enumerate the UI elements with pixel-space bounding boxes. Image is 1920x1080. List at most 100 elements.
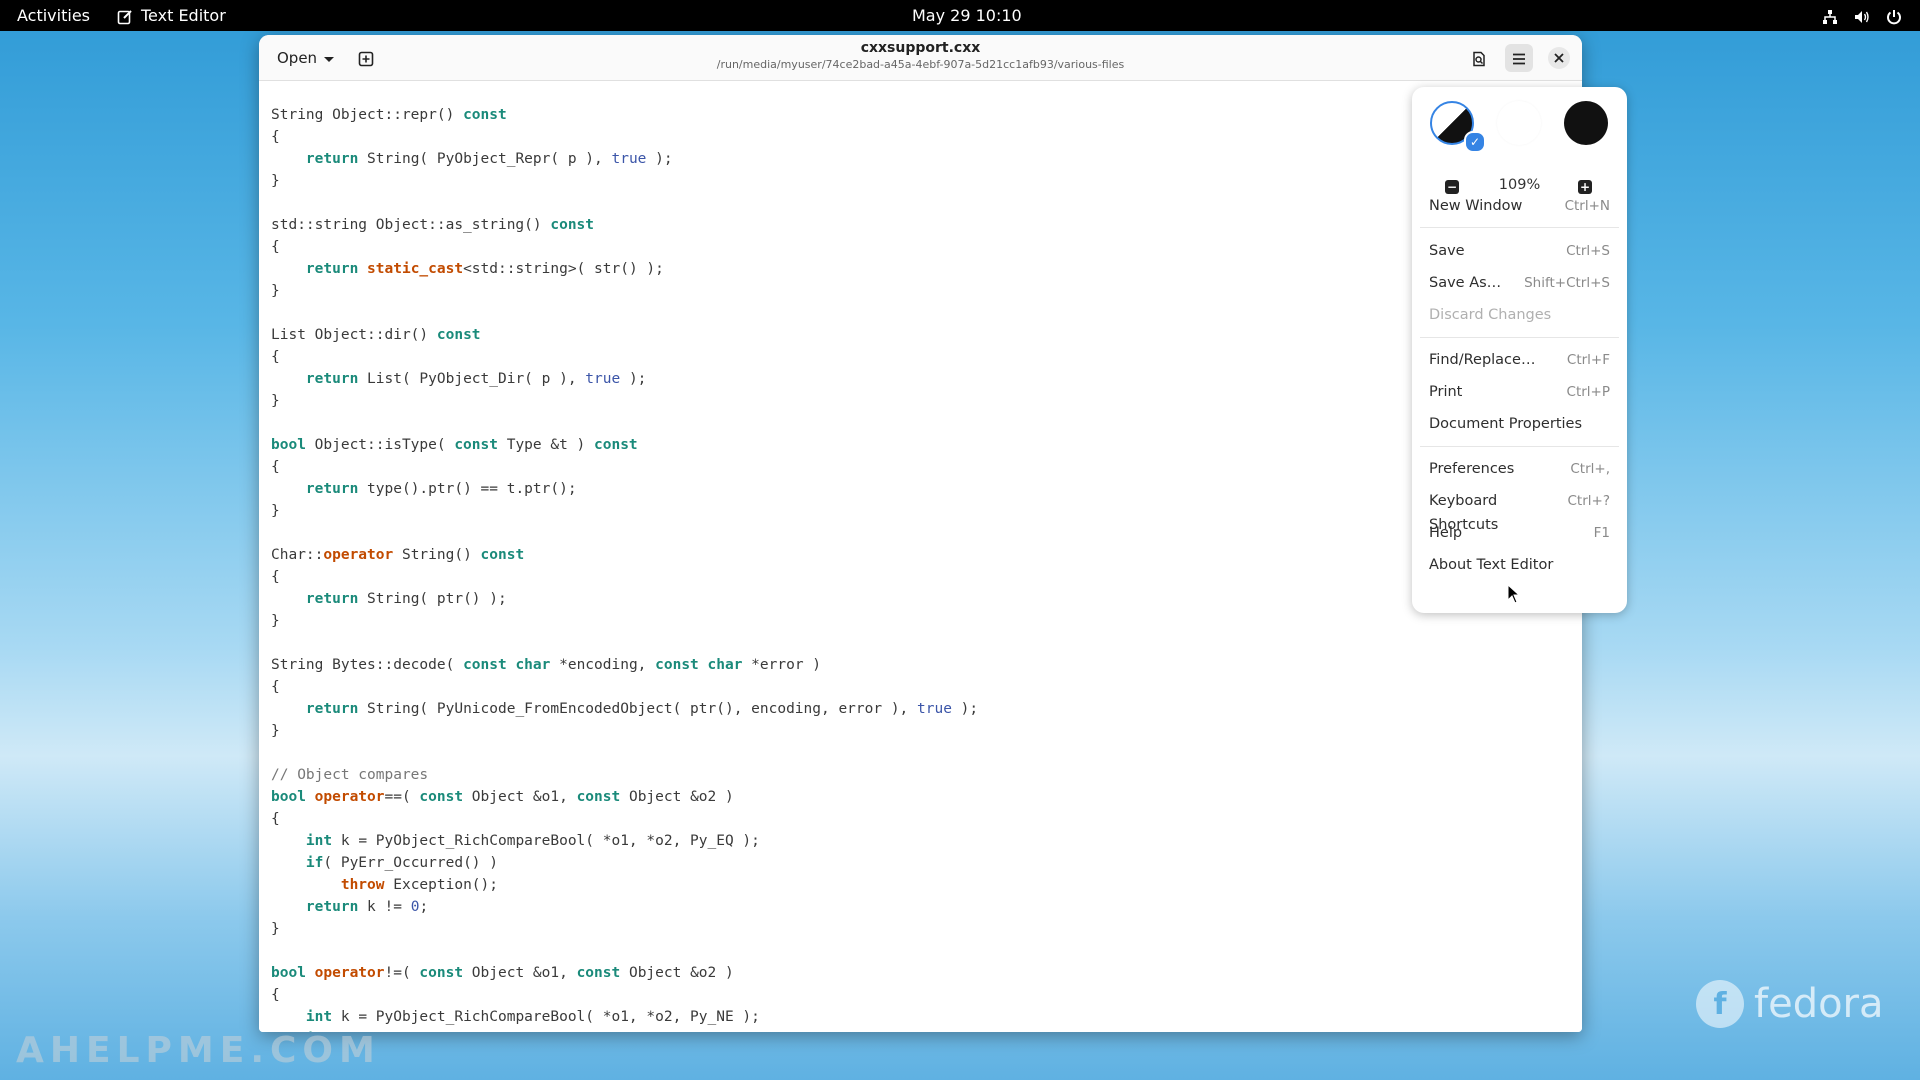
code-line: } (271, 723, 280, 739)
menu-item-label: Preferences (1429, 461, 1515, 477)
watermark: AHELPME.COM (16, 1030, 381, 1071)
code-line: int k = PyObject_RichCompareBool( *o1, *… (305, 833, 760, 849)
code-line: bool operator!=( const Object &o1, const… (271, 965, 734, 981)
code-line: throw Exception(); (340, 877, 498, 893)
main-menu-popover: ✓ − 109% + New Window Ctrl+N Save Ctrl+S… (1412, 87, 1627, 613)
code-line: std::string Object::as_string() const (271, 217, 595, 233)
chevron-down-icon (323, 49, 335, 67)
menu-item-save[interactable]: Save Ctrl+S (1429, 239, 1610, 263)
menu-item-print[interactable]: Print Ctrl+P (1429, 380, 1610, 404)
window-title-area: cxxsupport.cxx /run/media/myuser/74ce2ba… (559, 40, 1282, 71)
menu-item-about[interactable]: About Text Editor (1429, 553, 1610, 577)
menu-item-label: Save As… (1429, 275, 1502, 291)
hamburger-menu-icon (1511, 49, 1527, 68)
menu-item-accelerator: Ctrl+N (1564, 198, 1610, 214)
menu-item-accelerator: Ctrl+, (1570, 461, 1610, 477)
new-tab-button[interactable] (353, 45, 379, 71)
volume-icon (1854, 6, 1870, 25)
code-line: { (271, 811, 280, 827)
menu-item-accelerator: Ctrl+P (1566, 384, 1610, 400)
document-search-icon (1471, 49, 1487, 68)
code-line: } (271, 393, 280, 409)
code-line: List Object::dir() const (271, 327, 481, 343)
menu-separator (1420, 446, 1619, 447)
menu-item-find-replace[interactable]: Find/Replace… Ctrl+F (1429, 348, 1610, 372)
style-dark-button[interactable] (1564, 101, 1608, 145)
open-button[interactable]: Open (269, 44, 343, 72)
fedora-logo: f fedora (1696, 980, 1884, 1028)
header-bar: Open cxxsupport.cxx /run/media/myuser/74… (259, 35, 1582, 81)
code-line: bool Object::isType( const Type &t ) con… (271, 437, 638, 453)
document-title: cxxsupport.cxx (860, 40, 981, 56)
document-path: /run/media/myuser/74ce2bad-a45a-4ebf-907… (716, 58, 1125, 71)
menu-item-label: Help (1429, 525, 1463, 541)
code-line: Char::operator String() const (271, 547, 525, 563)
mouse-pointer-icon (1507, 583, 1521, 608)
menu-item-accelerator: Shift+Ctrl+S (1524, 275, 1610, 291)
fedora-wordmark: fedora (1754, 981, 1884, 1027)
style-selector: ✓ (1412, 101, 1627, 153)
menu-item-accelerator: Ctrl+F (1566, 352, 1610, 368)
code-line: return String( PyObject_Repr( p ), true … (305, 151, 673, 167)
code-line: } (271, 173, 280, 189)
menu-item-label: About Text Editor (1429, 557, 1554, 573)
code-line: // Object compares (271, 767, 429, 783)
zoom-in-icon[interactable]: + (1578, 180, 1592, 194)
code-line: { (271, 569, 280, 585)
menu-item-label: New Window (1429, 198, 1523, 214)
code-editor[interactable]: String Object::repr() const{ return Stri… (259, 81, 1582, 1032)
zoom-level[interactable]: 109% (1412, 177, 1627, 193)
top-bar: Activities Text Editor May 29 10:10 (0, 0, 1920, 31)
code-line: bool operator==( const Object &o1, const… (271, 789, 734, 805)
code-line: if( PyErr_Occurred() ) (305, 855, 498, 871)
menu-item-new-window[interactable]: New Window Ctrl+N (1429, 194, 1610, 218)
activities-button[interactable]: Activities (17, 6, 90, 25)
code-line: { (271, 239, 280, 255)
code-line: return static_cast<std::string>( str() )… (305, 261, 664, 277)
menu-item-discard-changes: Discard Changes (1429, 303, 1610, 327)
code-line: } (271, 921, 280, 937)
menu-item-preferences[interactable]: Preferences Ctrl+, (1429, 457, 1610, 481)
code-line: { (271, 129, 280, 145)
menu-item-keyboard-shortcuts[interactable]: Keyboard Shortcuts Ctrl+? (1429, 489, 1611, 533)
system-tray[interactable] (1822, 6, 1902, 25)
code-line: return String( ptr() ); (305, 591, 507, 607)
menu-item-accelerator: F1 (1593, 525, 1610, 541)
search-button[interactable] (1465, 44, 1493, 72)
new-tab-icon (358, 49, 374, 68)
menu-item-label: Document Properties (1429, 416, 1583, 432)
menu-separator (1420, 337, 1619, 338)
close-window-button[interactable] (1545, 44, 1573, 72)
code-line: } (271, 283, 280, 299)
fedora-icon: f (1696, 980, 1744, 1028)
menu-item-label: Discard Changes (1429, 307, 1552, 323)
main-menu-button[interactable] (1505, 44, 1533, 72)
clock[interactable]: May 29 10:10 (912, 6, 1022, 25)
style-light-button[interactable] (1497, 101, 1541, 145)
menu-item-label: Keyboard Shortcuts (1429, 493, 1499, 533)
menu-item-help[interactable]: Help F1 (1429, 521, 1610, 545)
code-line: } (271, 503, 280, 519)
code-line: return List( PyObject_Dir( p ), true ); (305, 371, 647, 387)
menu-item-document-properties[interactable]: Document Properties (1429, 412, 1610, 436)
text-editor-window: Open cxxsupport.cxx /run/media/myuser/74… (259, 35, 1582, 1032)
code-line: { (271, 987, 280, 1003)
code-line: return type().ptr() == t.ptr(); (305, 481, 577, 497)
menu-item-save-as[interactable]: Save As… Shift+Ctrl+S (1429, 271, 1610, 295)
menu-item-accelerator: Ctrl+? (1567, 493, 1611, 509)
menu-item-label: Save (1429, 243, 1465, 259)
menu-item-label: Find/Replace… (1429, 352, 1536, 368)
code-line: } (271, 613, 280, 629)
open-label: Open (277, 49, 318, 67)
code-line: return k != 0; (305, 899, 429, 915)
app-name: Text Editor (141, 6, 226, 25)
power-icon (1886, 6, 1902, 25)
network-icon (1822, 6, 1838, 25)
menu-item-label: Print (1429, 384, 1463, 400)
app-menu[interactable]: Text Editor (117, 6, 226, 25)
code-line: return String( PyUnicode_FromEncodedObje… (305, 701, 979, 717)
checkmark-icon: ✓ (1464, 131, 1486, 153)
menu-item-accelerator: Ctrl+S (1566, 243, 1610, 259)
menu-separator (1420, 227, 1619, 228)
text-editor-icon (117, 6, 133, 25)
